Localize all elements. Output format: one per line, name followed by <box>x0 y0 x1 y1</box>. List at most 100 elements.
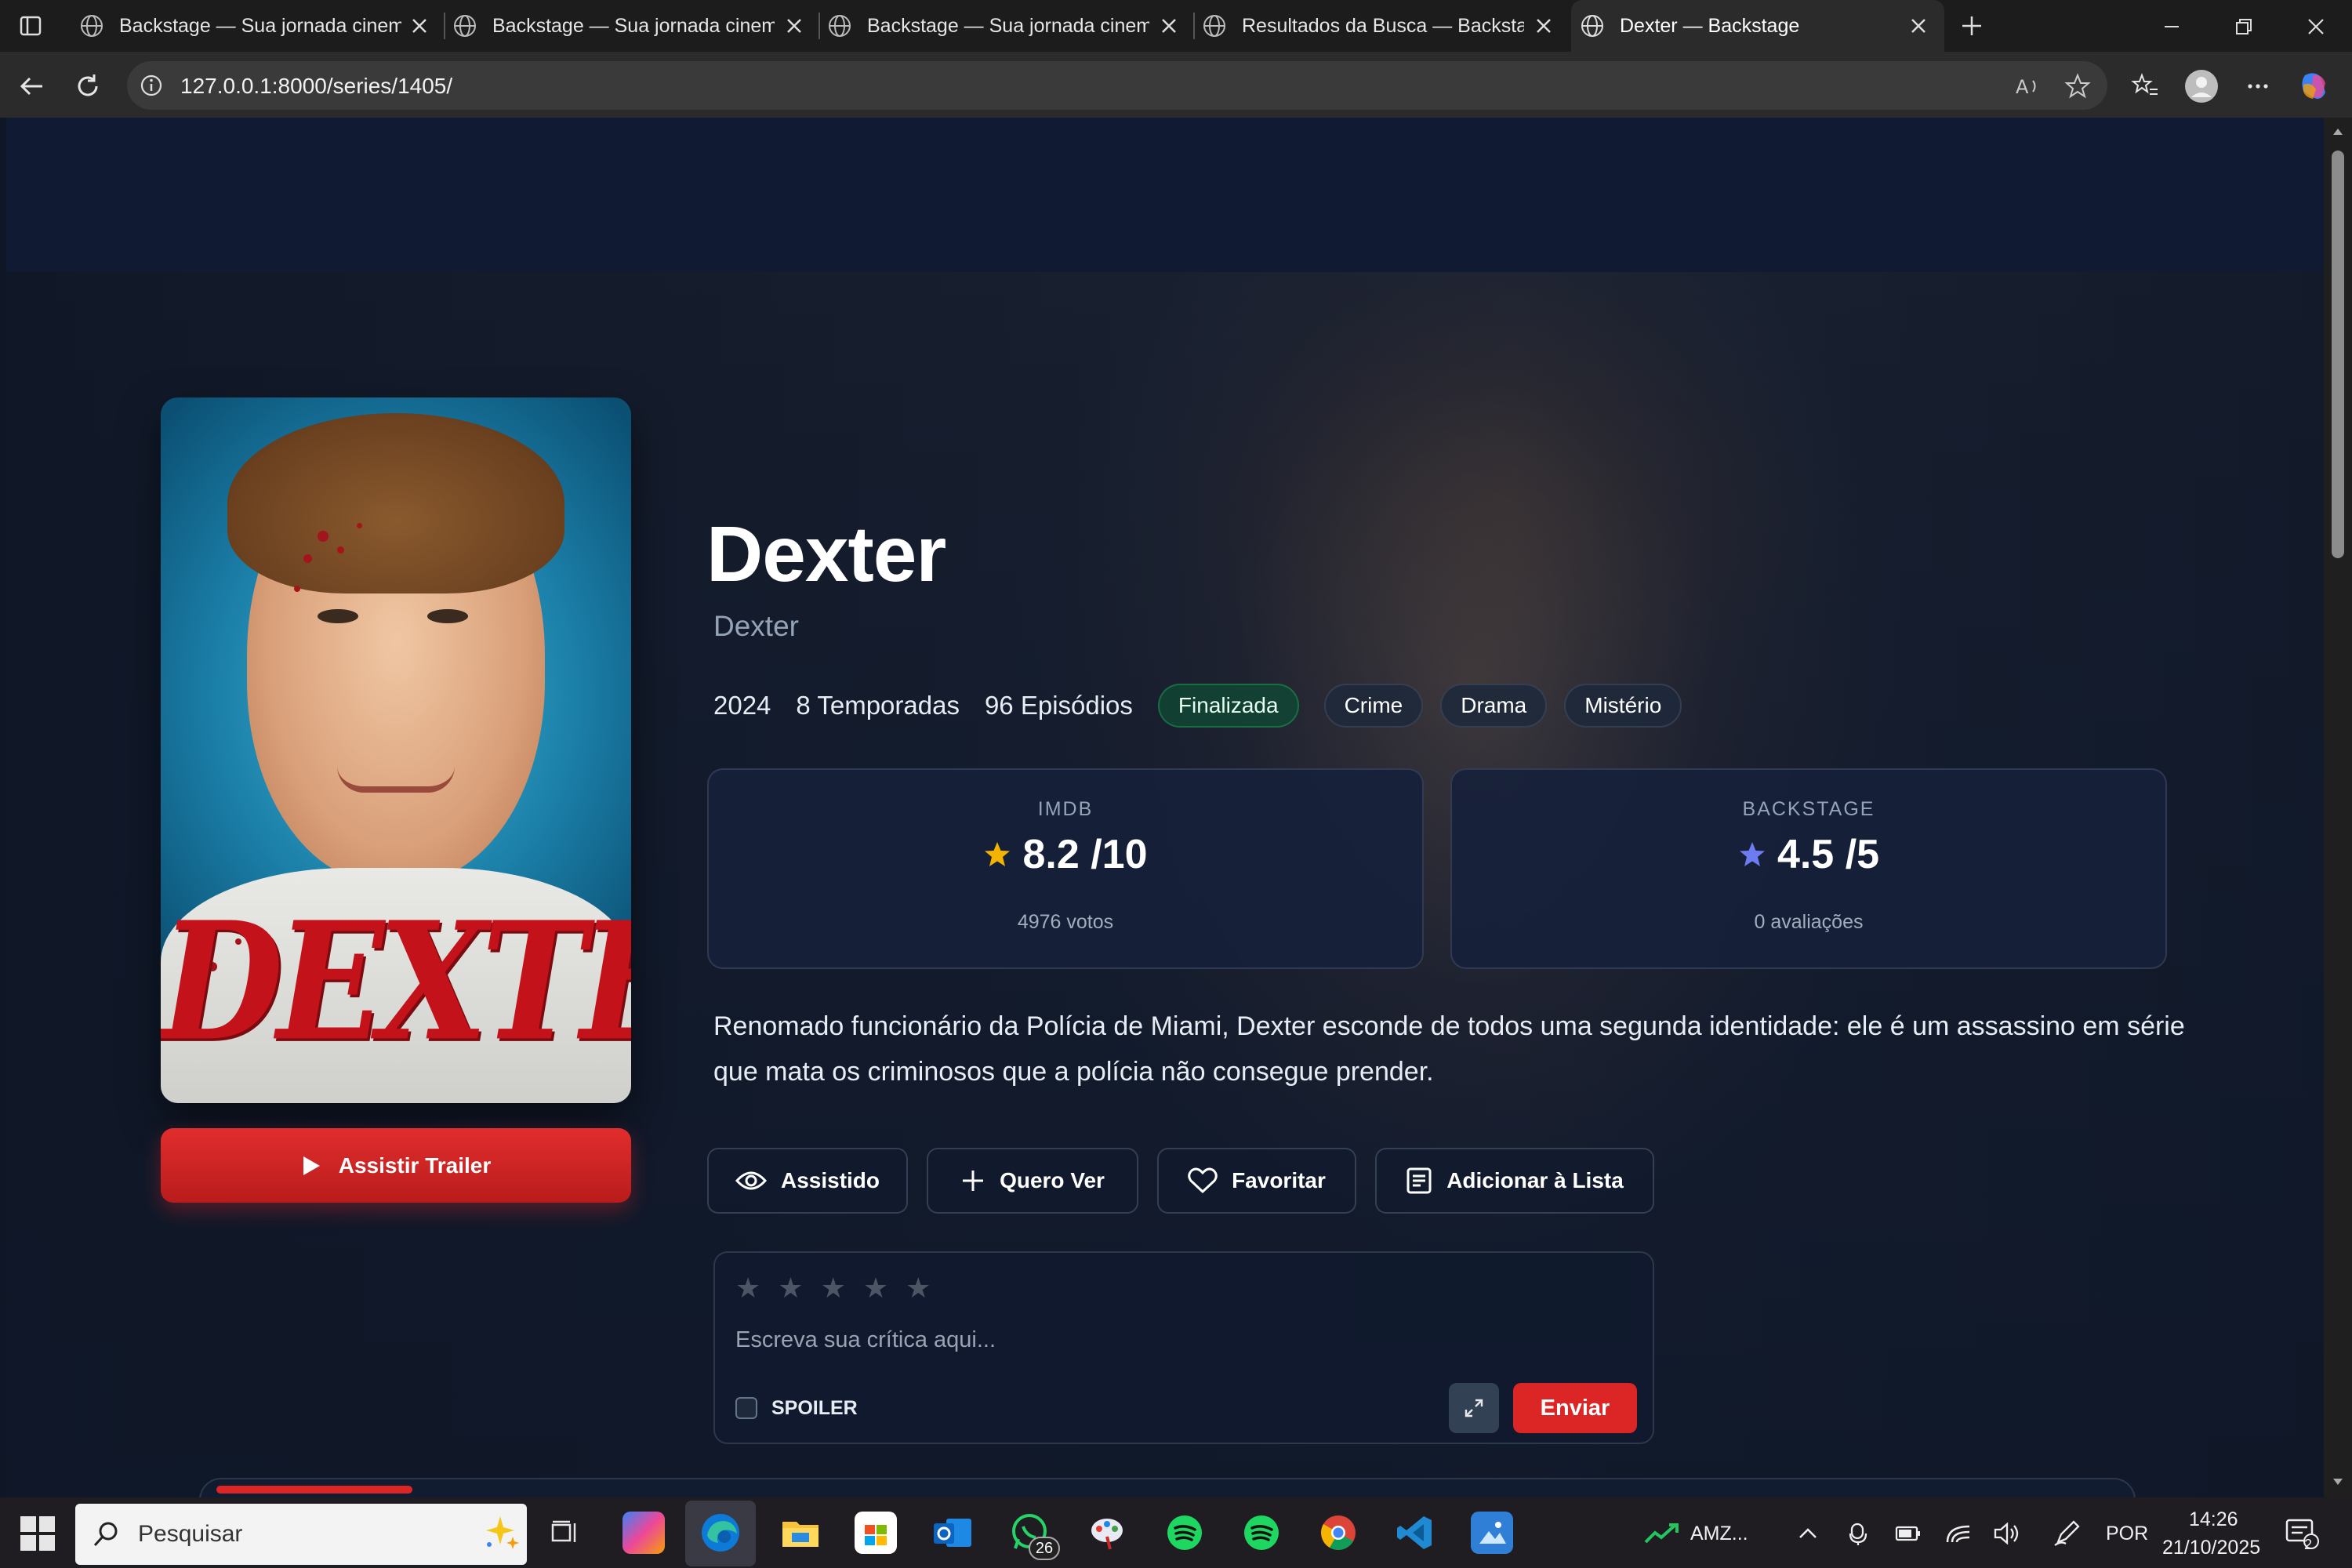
clock-date[interactable]: 21/10/2025 <box>2162 1537 2260 1559</box>
globe-icon <box>1203 15 1225 37</box>
wifi-icon[interactable] <box>1943 1518 1974 1549</box>
rating-star-icon[interactable]: ★ <box>863 1272 888 1305</box>
scroll-thumb[interactable] <box>2332 151 2344 558</box>
plus-icon <box>963 1171 984 1191</box>
imdb-score-scale: /10 <box>1091 832 1148 877</box>
windows-taskbar: Pesquisar 26 AMZ... POR 14:26 21/10/2025… <box>0 1497 2352 1568</box>
series-meta-row: 2024 8 Temporadas 96 Episódios Finalizad… <box>713 684 1699 728</box>
spotify-icon[interactable] <box>1163 1512 1206 1554</box>
watch-trailer-button[interactable]: Assistir Trailer <box>161 1128 631 1203</box>
genre-tag[interactable]: Drama <box>1440 684 1548 728</box>
section-tab-indicator <box>216 1486 412 1494</box>
browser-toolbar: 127.0.0.1:8000/series/1405/ A <box>0 52 2352 118</box>
favorite-star-icon[interactable] <box>2063 72 2092 100</box>
spoiler-label: SPOILER <box>771 1397 858 1419</box>
rating-star-icon[interactable]: ★ <box>778 1272 803 1305</box>
browser-tab-bar: Backstage — Sua jornada cinematográfica … <box>0 0 2352 52</box>
blood-splatter <box>318 531 328 542</box>
vscode-icon[interactable] <box>1394 1512 1436 1554</box>
review-text-input[interactable] <box>735 1320 1629 1359</box>
address-bar[interactable]: 127.0.0.1:8000/series/1405/ A <box>127 61 2107 110</box>
close-window-icon[interactable] <box>2300 11 2332 42</box>
reload-icon[interactable] <box>71 69 105 103</box>
microsoft-store-icon[interactable] <box>855 1512 897 1554</box>
star-rating-input[interactable]: ★ ★ ★ ★ ★ <box>735 1272 931 1305</box>
profile-avatar-icon[interactable] <box>2184 69 2219 103</box>
close-tab-icon[interactable] <box>1907 14 1930 38</box>
copilot-icon[interactable] <box>2297 69 2332 103</box>
scroll-up-arrow-icon[interactable] <box>2330 124 2346 140</box>
svg-text:A: A <box>2016 76 2029 98</box>
site-info-icon[interactable] <box>138 72 165 99</box>
windows-start-icon[interactable] <box>20 1516 55 1551</box>
taskbar-search[interactable]: Pesquisar <box>75 1504 527 1565</box>
globe-icon <box>829 15 851 37</box>
poster-hair <box>227 413 564 593</box>
paint-app-icon[interactable] <box>1087 1512 1129 1554</box>
spotify-icon[interactable] <box>1240 1512 1283 1554</box>
close-tab-icon[interactable] <box>1532 14 1555 38</box>
scroll-down-arrow-icon[interactable] <box>2330 1474 2346 1490</box>
tab-title: Backstage — Sua jornada cinematográfica <box>867 14 1149 37</box>
tab-title: Dexter — Backstage <box>1620 14 1800 37</box>
genre-tag[interactable]: Crime <box>1323 684 1424 728</box>
language-indicator[interactable]: POR <box>2106 1523 2148 1545</box>
pen-icon[interactable] <box>2051 1518 2082 1549</box>
copilot-app-icon[interactable] <box>622 1512 665 1554</box>
next-section-panel <box>199 1478 2136 1497</box>
clock-time[interactable]: 14:26 <box>2189 1508 2238 1531</box>
favorite-label: Favoritar <box>1232 1168 1326 1192</box>
add-to-list-button[interactable]: Adicionar à Lista <box>1375 1148 1654 1214</box>
backstage-score-value: 4.5 <box>1777 832 1835 877</box>
expand-editor-button[interactable] <box>1449 1383 1499 1433</box>
minimize-icon[interactable] <box>2156 11 2187 42</box>
watched-button[interactable]: Assistido <box>707 1148 908 1214</box>
battery-icon[interactable] <box>1893 1518 1924 1549</box>
back-arrow-icon[interactable] <box>14 69 49 103</box>
release-year: 2024 <box>713 691 771 720</box>
globe-icon <box>81 15 103 37</box>
browser-tab[interactable]: Resultados da Busca — Backstage <box>1123 0 1570 52</box>
rating-star-icon[interactable]: ★ <box>906 1272 931 1305</box>
chrome-icon[interactable] <box>1317 1512 1359 1554</box>
notification-icon[interactable] <box>2283 1518 2321 1549</box>
heart-icon <box>1188 1167 1218 1194</box>
stock-ticker-label[interactable]: AMZ... <box>1690 1523 1748 1545</box>
send-review-button[interactable]: Enviar <box>1513 1383 1637 1433</box>
rating-star-icon[interactable]: ★ <box>735 1272 760 1305</box>
stock-chart-icon[interactable] <box>1643 1518 1682 1549</box>
tab-title: Backstage — Sua jornada cinematográfica <box>119 14 401 37</box>
chevron-up-icon[interactable] <box>1792 1518 1824 1549</box>
blood-splatter <box>303 554 312 563</box>
restore-icon[interactable] <box>2228 11 2259 42</box>
series-poster: DEXTER <box>161 397 631 1103</box>
favorites-icon[interactable] <box>2128 69 2162 103</box>
more-menu-icon[interactable] <box>2241 69 2275 103</box>
tab-title: Backstage — Sua jornada cinematográfica <box>492 14 775 37</box>
task-view-icon[interactable] <box>544 1512 586 1554</box>
browser-tab-active[interactable]: Dexter — Backstage <box>1571 0 1944 52</box>
eye-icon <box>735 1171 767 1190</box>
page-viewport: DEXTER Assistir Trailer Dexter Dexter 20… <box>6 118 2324 1497</box>
want-to-watch-button[interactable]: Quero Ver <box>927 1148 1138 1214</box>
file-explorer-icon[interactable] <box>779 1512 822 1554</box>
watch-trailer-label: Assistir Trailer <box>338 1152 492 1178</box>
volume-icon[interactable] <box>1991 1518 2023 1549</box>
expand-icon <box>1465 1399 1483 1417</box>
read-aloud-icon[interactable]: A <box>2013 72 2042 100</box>
photos-app-icon[interactable] <box>1471 1512 1513 1554</box>
new-tab-icon[interactable] <box>1955 9 1988 42</box>
original-title: Dexter <box>713 610 799 642</box>
backstage-score-scale: /5 <box>1845 832 1880 877</box>
whatsapp-badge: 26 <box>1029 1537 1060 1560</box>
rating-star-icon[interactable]: ★ <box>821 1272 846 1305</box>
spoiler-checkbox[interactable] <box>735 1397 757 1419</box>
favorite-button[interactable]: Favoritar <box>1157 1148 1356 1214</box>
outlook-icon[interactable] <box>931 1512 974 1554</box>
page-scrollbar[interactable] <box>2324 118 2352 1497</box>
camera-mic-icon[interactable] <box>1842 1518 1874 1549</box>
edge-browser-icon[interactable] <box>699 1512 742 1554</box>
globe-icon <box>454 15 476 37</box>
seasons-count: 8 Temporadas <box>796 691 960 720</box>
genre-tag[interactable]: Mistério <box>1564 684 1682 728</box>
